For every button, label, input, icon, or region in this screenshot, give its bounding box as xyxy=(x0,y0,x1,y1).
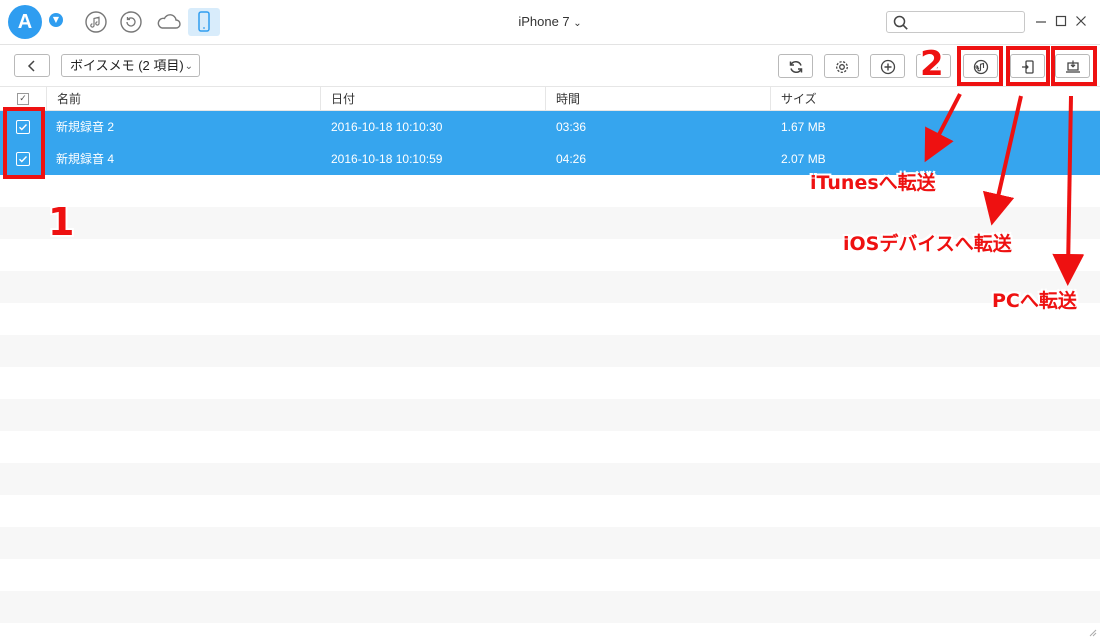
empty-row xyxy=(0,431,1100,463)
category-dropdown[interactable]: ボイスメモ (2 項目) ⌄ xyxy=(61,54,200,77)
device-selector[interactable]: iPhone 7 ⌄ xyxy=(500,14,600,29)
refresh-button[interactable] xyxy=(778,54,813,78)
column-name[interactable]: 名前 xyxy=(46,87,320,111)
empty-row xyxy=(0,527,1100,559)
row-date: 2016-10-18 10:10:30 xyxy=(331,120,443,134)
empty-row xyxy=(0,463,1100,495)
select-all-checkbox[interactable]: ✓ xyxy=(17,93,29,105)
title-bar: A ▼ iPhone 7 ⌄ xyxy=(0,0,1100,45)
minimize-icon[interactable] xyxy=(1034,14,1048,28)
highlight-checkboxes xyxy=(3,107,45,179)
table-row[interactable]: 新規録音 2 2016-10-18 10:10:30 03:36 1.67 MB xyxy=(0,111,1100,143)
app-menu-caret-icon[interactable]: ▼ xyxy=(49,13,63,27)
empty-row xyxy=(0,559,1100,591)
music-icon[interactable] xyxy=(84,10,108,34)
app-logo-icon[interactable]: A xyxy=(8,5,42,39)
label-to-ios: iOSデバイスへ転送 xyxy=(843,233,1012,255)
column-size[interactable]: サイズ xyxy=(770,87,1100,111)
row-size: 1.67 MB xyxy=(781,120,826,134)
empty-row xyxy=(0,623,1100,640)
table-header: ✓ 名前 日付 時間 サイズ xyxy=(0,86,1100,111)
row-name: 新規録音 4 xyxy=(56,152,115,166)
highlight-device-button xyxy=(1006,46,1050,86)
settings-icon xyxy=(836,61,848,73)
close-icon[interactable] xyxy=(1074,14,1088,28)
highlight-pc-button xyxy=(1051,46,1097,86)
maximize-icon[interactable] xyxy=(1054,14,1068,28)
column-duration[interactable]: 時間 xyxy=(545,87,770,111)
resize-grip-icon[interactable] xyxy=(1087,627,1097,637)
search-input[interactable] xyxy=(886,11,1025,33)
restore-icon[interactable] xyxy=(119,10,143,34)
row-date: 2016-10-18 10:10:59 xyxy=(331,152,443,166)
column-date[interactable]: 日付 xyxy=(320,87,545,111)
category-label: ボイスメモ (2 項目) xyxy=(70,58,184,73)
step-2-label: 2 xyxy=(920,44,944,84)
empty-row xyxy=(0,271,1100,303)
add-icon xyxy=(880,59,896,75)
empty-row xyxy=(0,399,1100,431)
search-icon xyxy=(893,15,908,30)
chevron-down-icon: ⌄ xyxy=(184,61,193,72)
label-to-pc: PCへ転送 xyxy=(992,290,1077,312)
device-name: iPhone 7 xyxy=(518,14,570,29)
row-duration: 04:26 xyxy=(556,152,587,166)
empty-row xyxy=(0,303,1100,335)
empty-row xyxy=(0,591,1100,623)
refresh-icon xyxy=(789,60,803,74)
chevron-down-icon: ⌄ xyxy=(573,18,582,29)
settings-button[interactable] xyxy=(824,54,859,78)
step-1-label: 1 xyxy=(48,200,75,244)
empty-row xyxy=(0,495,1100,527)
empty-row xyxy=(0,367,1100,399)
add-button[interactable] xyxy=(870,54,905,78)
row-name: 新規録音 2 xyxy=(56,120,115,134)
label-to-itunes: iTunesへ転送 xyxy=(810,172,936,194)
chevron-left-icon xyxy=(27,60,35,72)
row-duration: 03:36 xyxy=(556,120,587,134)
empty-row xyxy=(0,335,1100,367)
highlight-itunes-button xyxy=(957,46,1003,86)
back-button[interactable] xyxy=(14,54,50,77)
cloud-icon[interactable] xyxy=(155,10,183,34)
phone-icon[interactable] xyxy=(188,8,220,36)
